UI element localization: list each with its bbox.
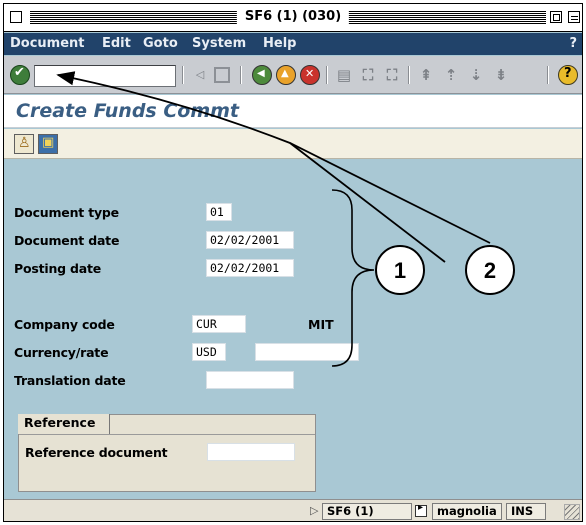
menu-help-marker[interactable]: ?	[569, 36, 577, 51]
menu-system[interactable]: System	[192, 36, 246, 51]
currency-field[interactable]: USD	[192, 343, 226, 361]
reference-group: Reference Reference document	[18, 414, 316, 492]
window-title: SF6 (1) (030)	[236, 9, 350, 24]
reference-tab[interactable]: Reference	[18, 414, 111, 434]
translation-date-field[interactable]	[206, 371, 294, 389]
toolbar-separator	[240, 66, 242, 84]
last-page-icon[interactable]: ⇟	[491, 65, 511, 85]
menu-bar: Document Edit Goto System Help ?	[4, 33, 582, 55]
menu-goto[interactable]: Goto	[143, 36, 178, 51]
enter-check-icon[interactable]	[10, 65, 30, 85]
zoom-box-icon[interactable]	[550, 11, 562, 23]
close-box-icon[interactable]	[10, 11, 22, 23]
reference-tab-divider	[19, 434, 315, 435]
status-bar: ▷ SF6 (1) (030) magnolia INS	[4, 499, 582, 521]
find-next-icon[interactable]: ⛶	[382, 65, 402, 85]
back-icon[interactable]	[252, 65, 272, 85]
application-toolbar	[4, 129, 582, 159]
status-server: magnolia	[432, 503, 502, 520]
exit-icon[interactable]: ◁	[190, 65, 210, 85]
screen-title-area: Create Funds Commt	[4, 95, 582, 128]
exchange-rate-field[interactable]	[255, 343, 359, 361]
currency-rate-label: Currency/rate	[14, 345, 109, 360]
reference-document-field[interactable]	[207, 443, 295, 461]
up-icon[interactable]	[276, 65, 296, 85]
page-title: Create Funds Commt	[16, 100, 240, 122]
posting-date-field[interactable]: 02/02/2001	[206, 259, 294, 277]
first-page-icon[interactable]: ⇞	[416, 65, 436, 85]
next-page-icon[interactable]: ⇣	[466, 65, 486, 85]
toolbar-separator	[182, 66, 184, 84]
document-type-label: Document type	[14, 205, 119, 220]
standard-toolbar: ◁ ▤ ⛶ ⛶ ⇞ ⇡ ⇣ ⇟	[4, 56, 582, 94]
find-icon[interactable]: ⛶	[358, 65, 378, 85]
toolbar-separator	[408, 66, 410, 84]
company-code-label: Company code	[14, 317, 115, 332]
toolbar-separator	[326, 66, 328, 84]
help-icon[interactable]	[558, 65, 578, 85]
cancel-icon[interactable]	[300, 65, 320, 85]
overview-icon[interactable]	[38, 134, 58, 154]
translation-date-label: Translation date	[14, 373, 126, 388]
company-code-field[interactable]: CUR	[192, 315, 246, 333]
document-date-field[interactable]: 02/02/2001	[206, 231, 294, 249]
header-person-icon[interactable]	[14, 134, 34, 154]
status-session: SF6 (1) (030)	[322, 503, 412, 521]
save-icon[interactable]	[214, 67, 230, 83]
command-field[interactable]	[34, 65, 176, 87]
toolbar-separator	[547, 66, 549, 84]
posting-date-label: Posting date	[14, 261, 102, 276]
print-icon[interactable]: ▤	[334, 65, 354, 85]
company-code-description: MIT	[308, 317, 334, 332]
sap-window: SF6 (1) (030) Document Edit Goto System …	[3, 3, 583, 522]
title-bar[interactable]: SF6 (1) (030)	[4, 4, 582, 32]
collapse-box-icon[interactable]	[568, 11, 580, 23]
reference-document-label: Reference document	[25, 445, 168, 460]
menu-document[interactable]: Document	[10, 36, 85, 51]
status-mode: INS	[506, 503, 546, 520]
status-info-icon[interactable]	[415, 502, 427, 517]
document-type-field[interactable]: 01	[206, 203, 232, 221]
resize-grip-icon[interactable]	[564, 504, 580, 520]
document-date-label: Document date	[14, 233, 120, 248]
status-expand-icon[interactable]: ▷	[310, 504, 318, 517]
menu-help[interactable]: Help	[263, 36, 296, 51]
previous-page-icon[interactable]: ⇡	[441, 65, 461, 85]
menu-edit[interactable]: Edit	[102, 36, 131, 51]
